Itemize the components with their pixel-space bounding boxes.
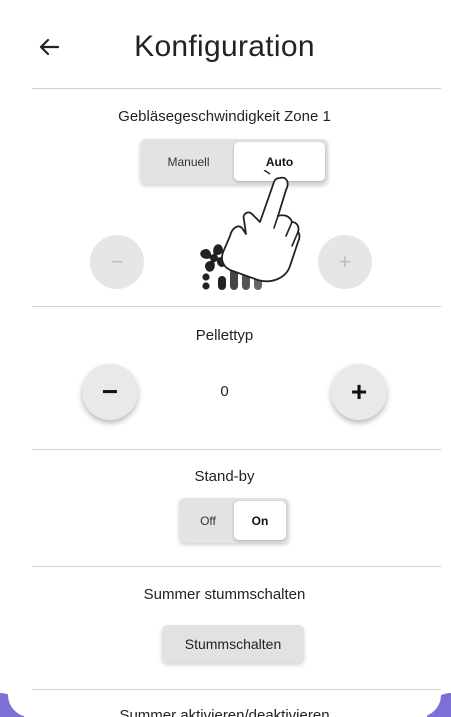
header: Konfiguration [8,0,441,88]
standby-label: Stand-by [194,468,255,485]
divider [32,566,441,567]
divider [32,689,441,690]
tap-hand-icon [208,165,308,295]
mute-button[interactable]: Stummschalten [162,625,304,663]
plus-icon: + [350,376,368,407]
buzzer-toggle-label: Summer aktivieren/deaktivieren [119,707,330,717]
pellet-plus-button[interactable]: + [331,364,387,420]
standby-off[interactable]: Off [182,501,234,540]
fan-plus-button[interactable]: + [318,235,372,289]
divider [32,449,441,450]
plus-icon: + [338,249,352,274]
page-title: Konfiguration [134,30,315,63]
config-screen: Konfiguration Gebläsegeschwindigkeit Zon… [8,0,441,717]
standby-toggle: Off On [179,498,289,543]
mute-label: Summer stummschalten [143,586,306,603]
minus-icon: − [110,249,124,274]
standby-on[interactable]: On [234,501,286,540]
divider [32,306,441,307]
divider [32,88,441,89]
pellet-label: Pellettyp [195,327,254,344]
fan-minus-button[interactable]: − [90,235,144,289]
fan-zone-label: Gebläsegeschwindigkeit Zone 1 [118,108,331,125]
